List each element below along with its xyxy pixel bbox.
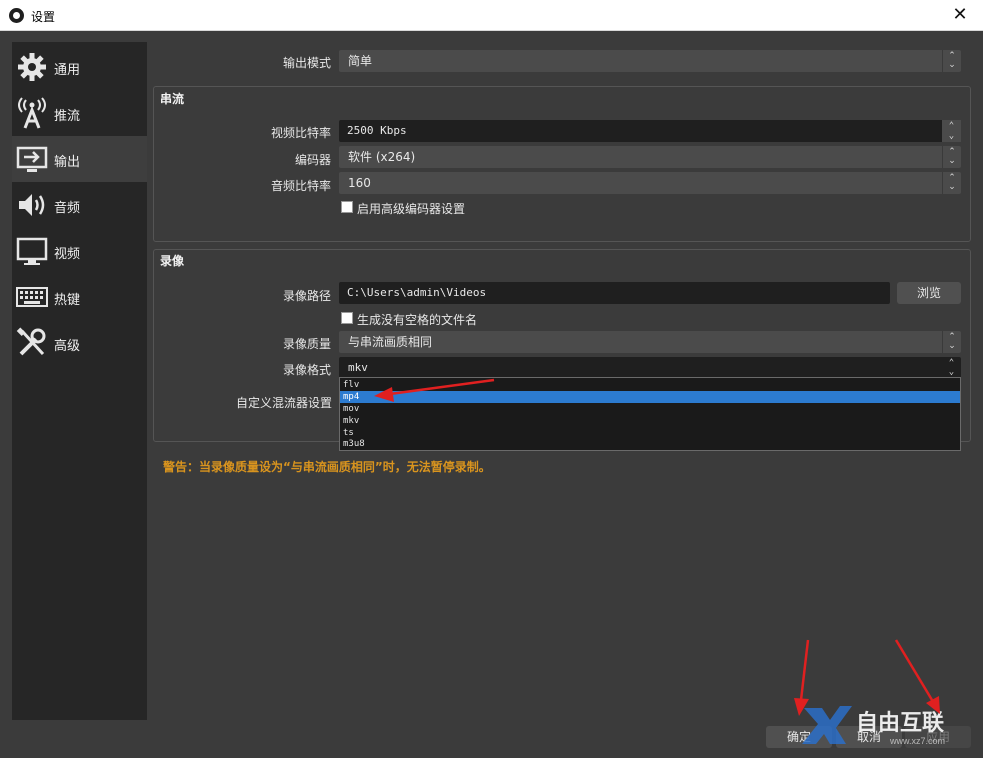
- output-mode-select[interactable]: 简单 ⌃ ⌄: [339, 50, 961, 72]
- watermark-text: 自由互联: [856, 710, 944, 735]
- encoder-value: 软件 (x264): [348, 150, 416, 164]
- sidebar-item-label: 热键: [54, 293, 81, 308]
- recording-path-label: 录像路径: [282, 289, 331, 303]
- recording-path-value: C:\Users\admin\Videos: [347, 286, 487, 299]
- encoder-select[interactable]: 软件 (x264) ⌃ ⌄: [339, 146, 961, 168]
- dropdown-option-mov[interactable]: mov: [340, 403, 960, 415]
- audio-bitrate-label: 音频比特率: [270, 179, 331, 193]
- recording-group-title: 录像: [160, 254, 185, 268]
- watermark-subtext: www.xz7.com: [889, 736, 945, 746]
- recording-path-input[interactable]: C:\Users\admin\Videos: [339, 282, 890, 304]
- output-mode-value: 简单: [348, 54, 373, 68]
- title-bar: 设置 ✕: [0, 0, 983, 31]
- video-bitrate-label: 视频比特率: [270, 126, 331, 140]
- spin-arrows-icon[interactable]: ⌃ ⌄: [942, 120, 961, 142]
- dropdown-option-flv[interactable]: flv: [340, 379, 960, 391]
- chevron-updown-icon: ⌃ ⌄: [942, 331, 961, 353]
- sidebar-item-label: 音频: [54, 201, 81, 216]
- sidebar-item-label: 通用: [54, 63, 81, 78]
- close-icon[interactable]: ✕: [937, 0, 983, 31]
- sidebar-item-label: 推流: [54, 109, 81, 124]
- recording-format-select[interactable]: mkv ⌃ ⌄: [339, 357, 961, 379]
- dropdown-option-m3u8[interactable]: m3u8: [340, 438, 960, 450]
- pause-warning-text: 警告：当录像质量设为“与串流画质相同”时，无法暂停录制。: [163, 460, 491, 474]
- recording-quality-select[interactable]: 与串流画质相同 ⌃ ⌄: [339, 331, 961, 353]
- sidebar-item-stream[interactable]: 推流: [12, 90, 147, 136]
- recording-format-value: mkv: [348, 361, 368, 374]
- no-space-filename-checkbox[interactable]: [341, 312, 353, 324]
- dropdown-option-mp4[interactable]: mp4: [340, 391, 960, 403]
- window-title: 设置: [31, 10, 56, 24]
- chevron-updown-icon: ⌃ ⌄: [942, 50, 961, 72]
- streaming-group-title: 串流: [160, 92, 185, 106]
- dropdown-option-mkv[interactable]: mkv: [340, 415, 960, 427]
- monitor-icon: [16, 237, 48, 265]
- video-bitrate-value: 2500 Kbps: [347, 124, 407, 137]
- recording-format-dropdown: flv mp4 mov mkv ts m3u8: [339, 377, 961, 451]
- audio-bitrate-select[interactable]: 160 ⌃ ⌄: [339, 172, 961, 194]
- sidebar-item-audio[interactable]: 音频: [12, 182, 147, 228]
- browse-button[interactable]: 浏览: [897, 282, 961, 304]
- settings-sidebar: 通用 推流 输出 音频 视频 热键 高级: [12, 42, 147, 720]
- video-bitrate-spinbox[interactable]: 2500 Kbps ⌃ ⌄: [339, 120, 961, 142]
- sidebar-item-advanced[interactable]: 高级: [12, 320, 147, 366]
- muxer-settings-label: 自定义混流器设置: [235, 396, 332, 410]
- advanced-encoder-label: 启用高级编码器设置: [357, 202, 466, 216]
- chevron-updown-icon: ⌃ ⌄: [942, 146, 961, 168]
- recording-quality-value: 与串流画质相同: [348, 335, 433, 349]
- sidebar-item-hotkeys[interactable]: 热键: [12, 274, 147, 320]
- advanced-encoder-checkbox[interactable]: [341, 201, 353, 213]
- speaker-icon: [19, 194, 45, 216]
- sidebar-item-label: 输出: [54, 155, 81, 170]
- recording-format-label: 录像格式: [282, 363, 331, 377]
- output-monitor-icon: [16, 146, 48, 172]
- obs-logo-icon: [9, 8, 24, 23]
- watermark-logo: 自由互联 www.xz7.com: [802, 706, 945, 746]
- recording-quality-label: 录像质量: [282, 337, 331, 351]
- sidebar-item-general[interactable]: 通用: [12, 44, 147, 90]
- broadcast-tower-icon: [18, 97, 46, 129]
- sidebar-item-video[interactable]: 视频: [12, 228, 147, 274]
- sidebar-item-output[interactable]: 输出: [12, 136, 147, 182]
- output-mode-label: 输出模式: [282, 56, 331, 70]
- keyboard-icon: [16, 287, 48, 307]
- gear-icon: [18, 53, 46, 81]
- tools-icon: [16, 327, 46, 356]
- audio-bitrate-value: 160: [348, 176, 371, 190]
- chevron-updown-icon: ⌃ ⌄: [948, 358, 955, 377]
- chevron-updown-icon: ⌃ ⌄: [942, 172, 961, 194]
- sidebar-item-label: 视频: [54, 247, 81, 262]
- no-space-filename-label: 生成没有空格的文件名: [357, 313, 478, 327]
- encoder-label: 编码器: [294, 153, 331, 167]
- sidebar-item-label: 高级: [54, 339, 81, 354]
